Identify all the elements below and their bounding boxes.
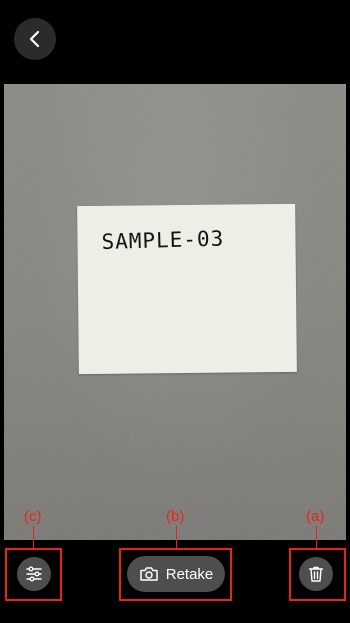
adjust-button[interactable] (17, 557, 51, 591)
note-text: SAMPLE-03 (101, 226, 225, 254)
annotation-label-a: (a) (306, 508, 325, 525)
chevron-left-icon (29, 30, 40, 48)
retake-label: Retake (165, 565, 214, 583)
back-button[interactable] (14, 18, 56, 60)
paper-note: SAMPLE-03 (77, 203, 297, 375)
trash-icon (308, 566, 324, 582)
captured-photo: SAMPLE-03 (4, 84, 346, 540)
annotation-label-b: (b) (166, 508, 185, 525)
annotation-label-c: (c) (24, 508, 42, 525)
retake-button[interactable]: Retake (127, 556, 225, 592)
annotation-line-c (33, 526, 34, 548)
annotation-line-a (316, 526, 317, 548)
annotation-line-b (176, 526, 177, 548)
delete-button[interactable] (299, 557, 333, 591)
camera-icon (139, 567, 158, 581)
sliders-icon (26, 566, 42, 582)
